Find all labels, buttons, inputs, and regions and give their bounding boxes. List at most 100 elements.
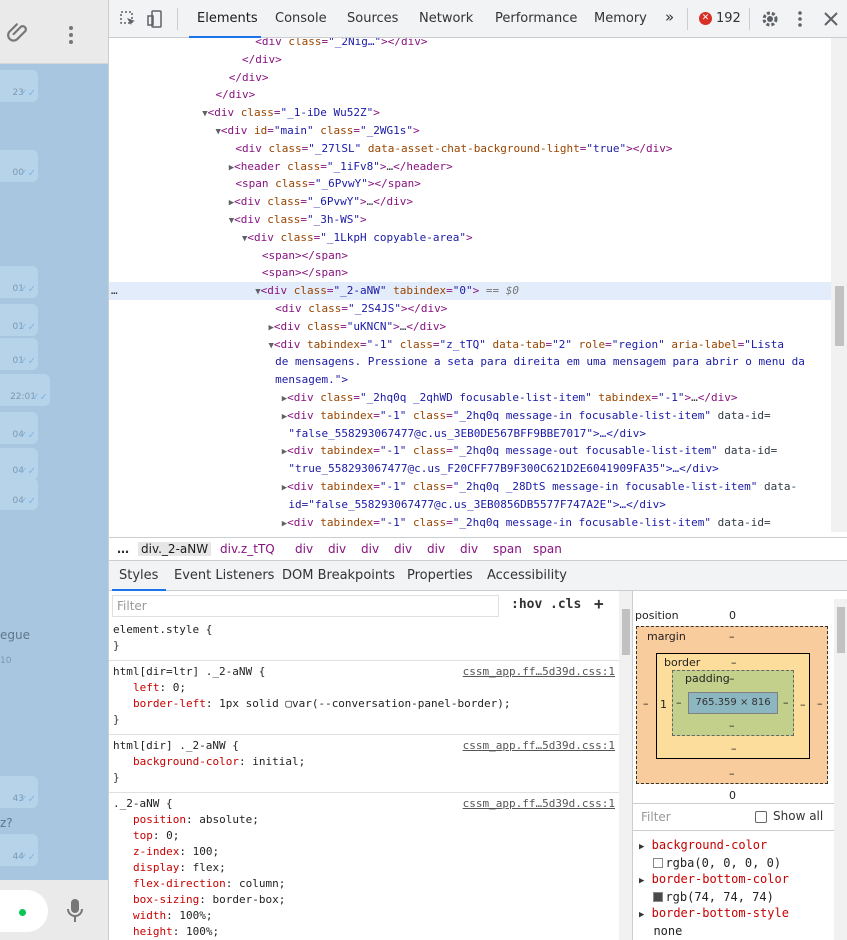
dom-node-line[interactable]: ▶<header class="_1iFv8">…</header> [109,158,831,176]
message-bubble[interactable]: 43 ✓✓ [0,776,38,808]
dom-node-line[interactable]: <span></span> [109,264,831,282]
content-box[interactable]: 765.359 × 816 [688,692,778,714]
message-bubble[interactable]: 01 ✓✓ [0,266,38,298]
rule-source-link[interactable]: cssm_app.ff…5d39d.css:1 [463,738,615,754]
message-bubble[interactable]: 23 ✓✓ [0,70,38,102]
settings-gear-icon[interactable] [760,9,780,29]
dom-node-line[interactable]: "false_558293067477@c.us_3EB0B839C64D889… [109,531,831,532]
dom-node-line[interactable]: ▼<div class="_1-iDe Wu52Z"> [109,104,831,122]
rule-source-link[interactable]: cssm_app.ff…5d39d.css:1 [463,796,615,812]
dom-node-line[interactable]: <span class="_6PvwY"></span> [109,175,831,193]
style-property[interactable]: border-left: 1px solid ▢var(--conversati… [133,696,511,712]
tab-accessibility[interactable]: Accessibility [487,568,567,583]
breadcrumb-item[interactable]: div [361,542,379,556]
tab-properties[interactable]: Properties [407,568,473,583]
more-tabs-button[interactable]: » [665,8,674,26]
dom-node-line[interactable]: </div> [109,51,831,69]
tab-elements[interactable]: Elements [197,11,258,26]
styles-scrollbar[interactable] [619,591,632,940]
computed-property[interactable]: ▶ border-bottom-style none [639,905,789,939]
dom-node-line[interactable]: ▶<div tabindex="-1" class="_2hq0q _28DtS… [109,478,831,496]
scrollbar-thumb[interactable] [837,607,845,653]
style-property[interactable]: position: absolute; [133,812,259,828]
style-property[interactable]: height: 100%; [133,924,219,940]
dom-node-line[interactable]: ▶<div class="_6PvwY">…</div> [109,193,831,211]
computed-property[interactable]: ▶ border-bottom-color rgb(74, 74, 74) [639,871,789,905]
dom-node-line[interactable]: ▼<div class="_2-aNW" tabindex="0"> == $0 [109,282,831,301]
message-bubble[interactable]: 01 ✓✓ [0,338,38,370]
paperclip-icon[interactable] [6,20,32,46]
dom-node-line[interactable]: mensagem."> [109,371,831,389]
dom-node-line[interactable]: <div class="_2S4JS"></div> [109,300,831,318]
menu-dots-icon[interactable] [64,24,78,46]
tab-performance[interactable]: Performance [495,11,577,26]
microphone-icon[interactable] [65,897,85,925]
breadcrumb-item[interactable]: div._2-aNW [138,542,212,556]
inspect-element-icon[interactable] [118,9,138,29]
dom-node-line[interactable]: "false_558293067477@c.us_3EB0DE567BFF9BB… [109,425,831,443]
dom-node-line[interactable]: ▶<div class="_2hq0q _2qhWD focusable-lis… [109,389,831,407]
dom-node-line[interactable]: ▼<div id="main" class="_2WG1s"> [109,122,831,140]
breadcrumb-item[interactable]: div [295,542,313,556]
dom-node-line[interactable]: ▶<div class="uKNCN">…</div> [109,318,831,336]
new-style-rule-button[interactable]: + [594,594,604,613]
scrollbar-thumb[interactable] [622,609,630,655]
breadcrumb-item[interactable]: div [460,542,478,556]
border-box[interactable]: border – 1 – – padding – – – – 765.359 ×… [656,653,810,759]
dom-node-line[interactable]: <div class="_2Nig…"></div> [109,38,831,51]
message-bubble[interactable]: 04 ✓✓ [0,448,38,480]
dom-node-line[interactable]: id="false_558293067477@c.us_3EB0856DB557… [109,496,831,514]
style-property[interactable]: left: 0; [133,680,186,696]
breadcrumb-item[interactable]: … [117,542,129,556]
margin-box[interactable]: margin – – – – border – 1 – – padding – … [636,626,828,784]
customize-menu-icon[interactable] [790,9,810,29]
style-property[interactable]: display: flex; [133,860,226,876]
computed-scrollbar[interactable] [834,599,847,940]
tab-sources[interactable]: Sources [347,11,398,26]
tab-network[interactable]: Network [419,11,473,26]
dom-node-line[interactable]: </div> [109,86,831,104]
computed-property[interactable]: ▶ background-color rgba(0, 0, 0, 0) [639,837,781,871]
show-all-checkbox[interactable] [755,811,767,823]
breadcrumb-item[interactable]: span [493,542,522,556]
message-bubble[interactable]: 44 ✓✓ [0,834,38,866]
breadcrumb-item[interactable]: div.z_tTQ [220,542,275,556]
tab-event-listeners[interactable]: Event Listeners [174,568,274,583]
dom-node-line[interactable]: ▶<div tabindex="-1" class="_2hq0q messag… [109,407,831,425]
rule-source-link[interactable]: cssm_app.ff…5d39d.css:1 [463,664,615,680]
breadcrumb-item[interactable]: div [328,542,346,556]
styles-filter-input[interactable]: Filter [112,595,499,617]
device-toolbar-icon[interactable] [146,9,166,29]
message-bubble[interactable]: 00 ✓✓ [0,150,38,182]
breadcrumb-item[interactable]: div [427,542,445,556]
dom-node-line[interactable]: ▶<div tabindex="-1" class="_2hq0q messag… [109,514,831,532]
class-toggle[interactable]: .cls [550,597,581,612]
style-property[interactable]: width: 100%; [133,908,212,924]
style-property[interactable]: background-color: initial; [133,754,305,770]
dom-node-line[interactable]: <div class="_27lSL" data-asset-chat-back… [109,140,831,158]
breadcrumb-item[interactable]: span [533,542,562,556]
show-all-label[interactable]: Show all [773,809,823,823]
dom-node-line[interactable]: ▼<div tabindex="-1" class="z_tTQ" data-t… [109,336,831,354]
computed-filter-input[interactable]: Filter [641,810,671,824]
dom-node-line[interactable]: <span></span> [109,247,831,265]
style-property[interactable]: z-index: 100; [133,844,219,860]
message-bubble[interactable]: 04 ✓✓ [0,412,38,444]
message-bubble[interactable]: 22:01 ✓✓ [0,374,50,406]
hover-state-toggle[interactable]: :hov [511,597,542,612]
dom-tree[interactable]: <div class="_2Nig…"></div> </div> </div>… [109,38,831,532]
dom-node-line[interactable]: ▼<div class="_1LkpH copyable-area"> [109,229,831,247]
padding-box[interactable]: padding – – – – 765.359 × 816 [672,670,794,736]
dom-tree-scrollbar[interactable] [831,38,847,532]
dom-node-line[interactable]: ▼<div class="_3h-WS"> [109,211,831,229]
scrollbar-thumb[interactable] [835,286,844,346]
dom-node-line[interactable]: </div> [109,69,831,87]
style-property[interactable]: flex-direction: column; [133,876,285,892]
dom-node-line[interactable]: de mensagens. Pressione a seta para dire… [109,353,831,371]
style-property[interactable]: box-sizing: border-box; [133,892,285,908]
message-bubble[interactable]: 04 ✓✓ [0,478,38,510]
tab-styles[interactable]: Styles [119,568,158,583]
dom-node-line[interactable]: ▶<div tabindex="-1" class="_2hq0q messag… [109,442,831,460]
error-count-badge[interactable]: ✕ 192 [699,11,741,26]
close-icon[interactable] [821,9,841,29]
